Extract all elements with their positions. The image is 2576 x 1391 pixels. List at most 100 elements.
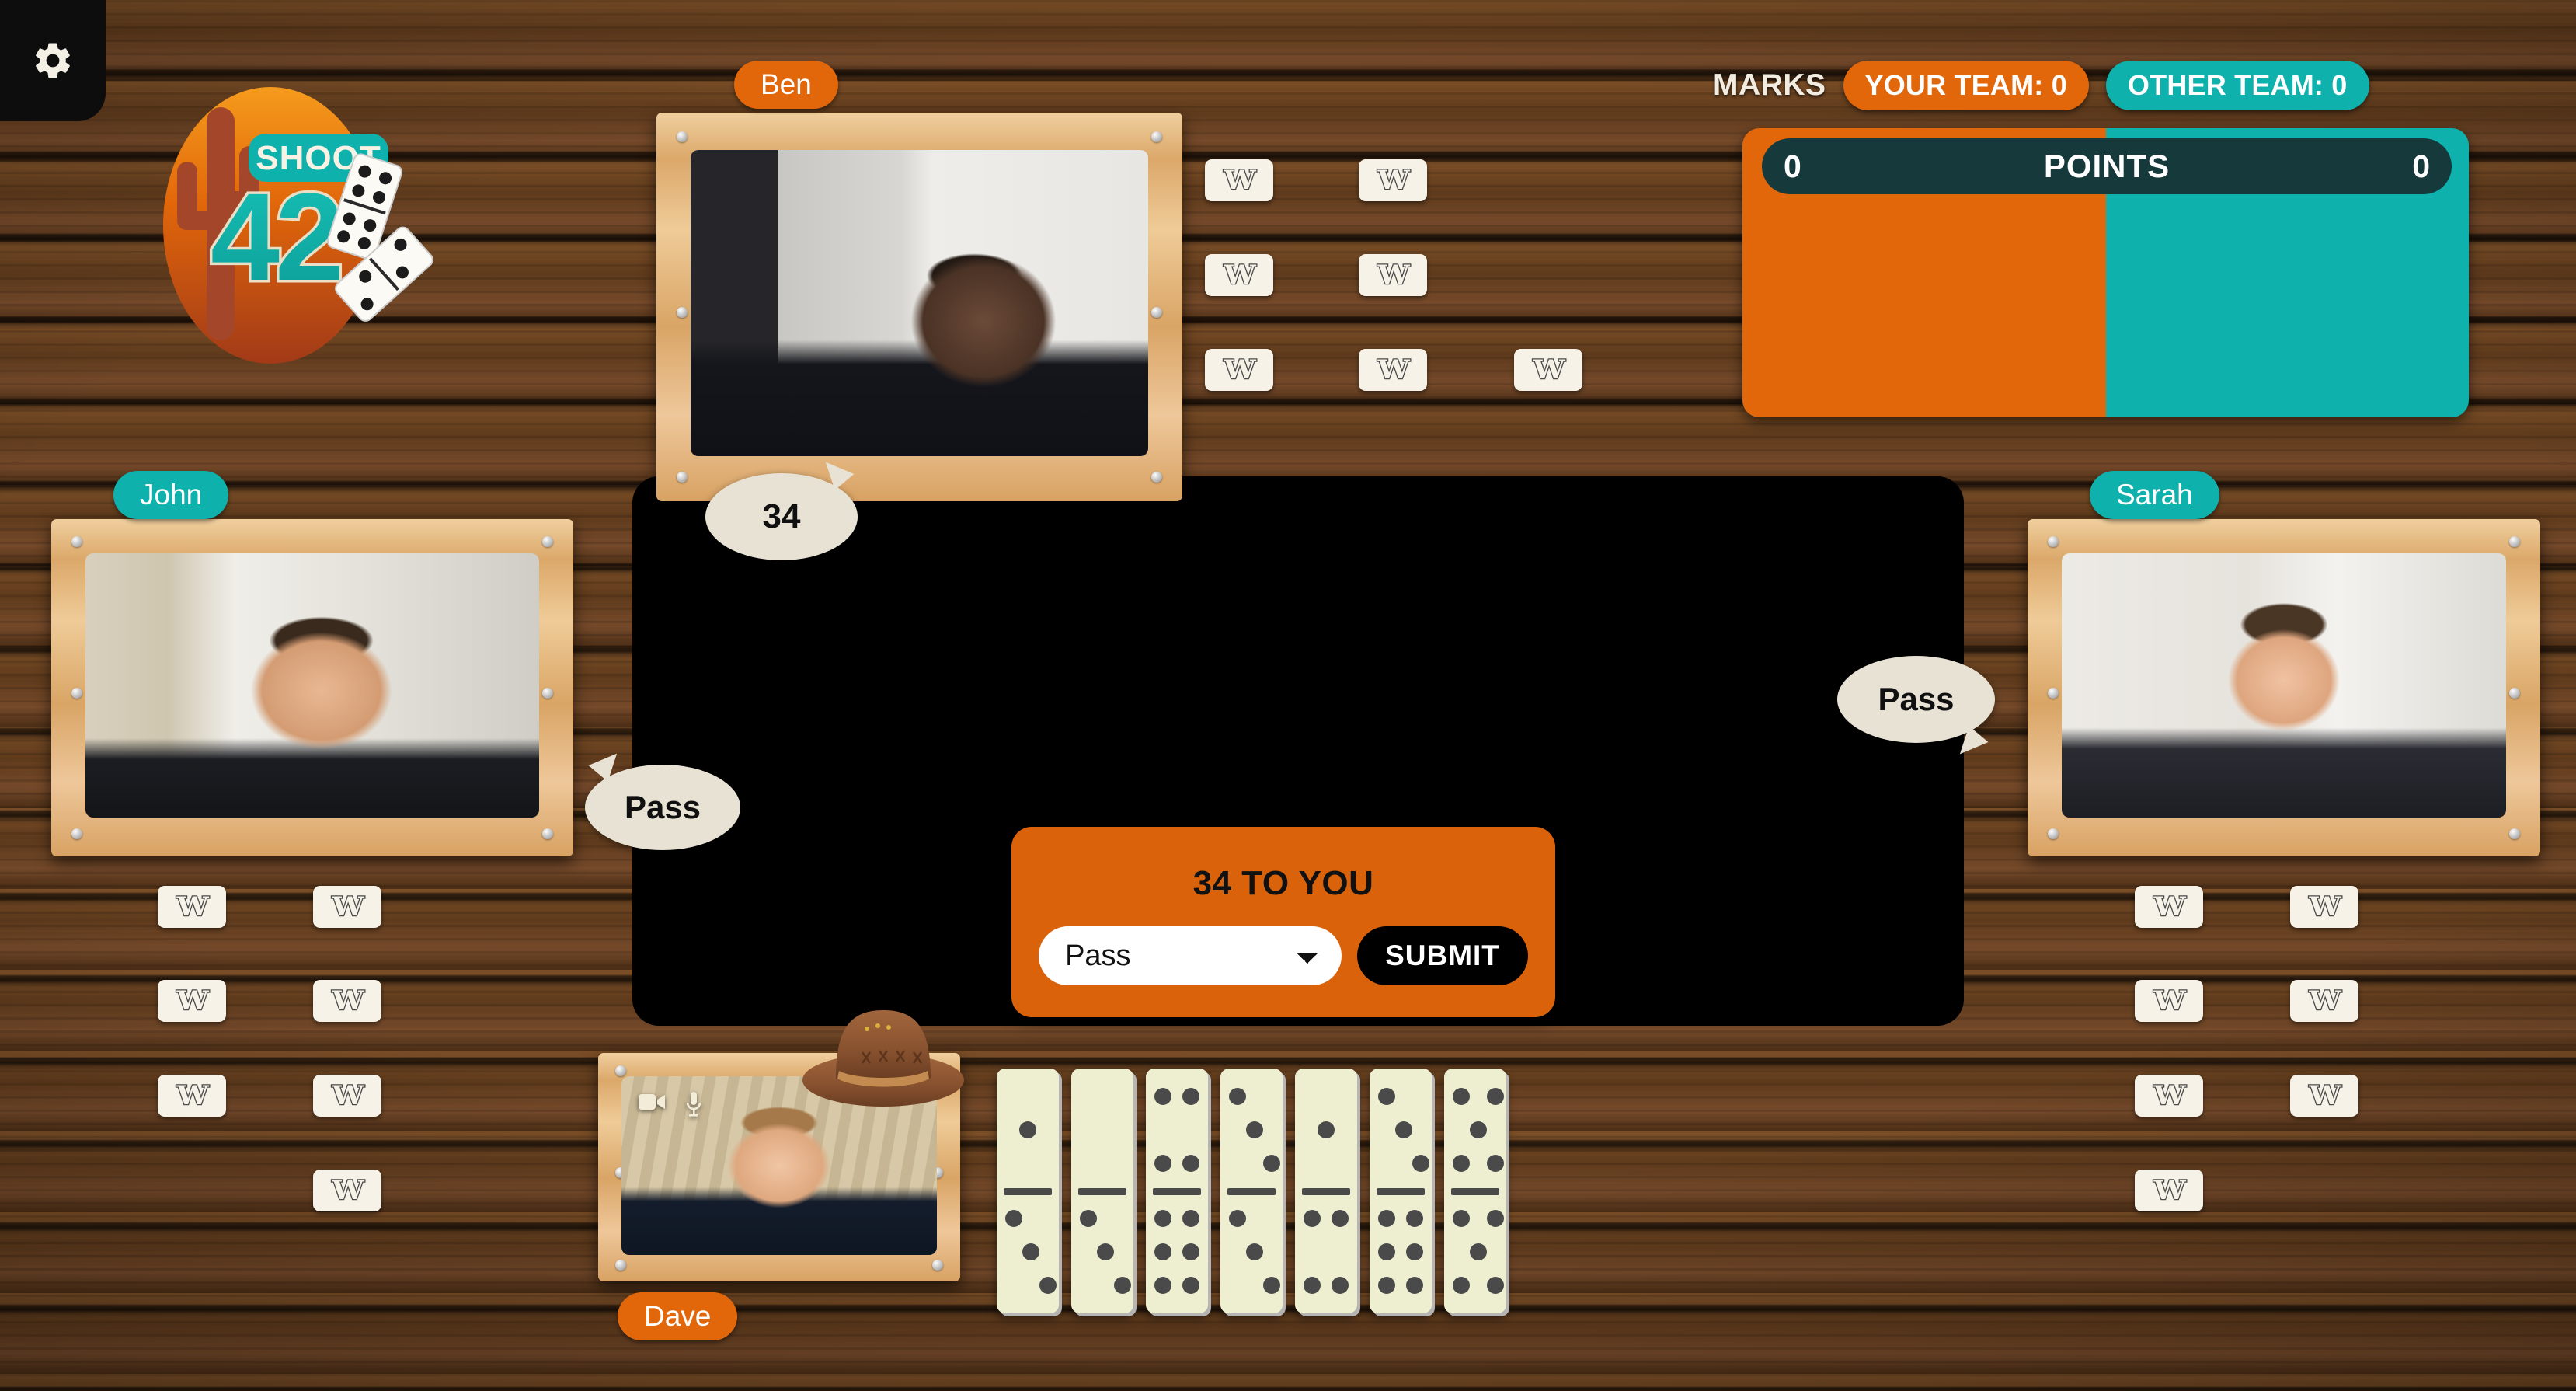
bid-select[interactable]: Pass3536373839404142 xyxy=(1039,926,1342,985)
domino-pip xyxy=(1470,1121,1487,1138)
domino-half-bottom xyxy=(1071,1191,1133,1314)
settings-button[interactable] xyxy=(0,0,106,121)
domino-half-bottom xyxy=(1370,1191,1432,1314)
player-name-tag-sarah: Sarah xyxy=(2090,471,2219,519)
bid-panel: 34 TO YOU Pass3536373839404142 SUBMIT xyxy=(1011,827,1555,1017)
tile-back: W xyxy=(313,886,381,928)
domino-pip xyxy=(1019,1121,1036,1138)
tile-monogram: W xyxy=(331,985,365,1016)
domino-pip xyxy=(1182,1210,1199,1228)
domino-tile[interactable] xyxy=(1370,1069,1432,1313)
domino-pip xyxy=(1246,1121,1263,1138)
domino-tile[interactable] xyxy=(1444,1069,1506,1313)
domino-pip xyxy=(1114,1277,1131,1295)
tile-monogram: W xyxy=(331,1080,365,1111)
domino-pip xyxy=(1487,1087,1504,1105)
tile-back: W xyxy=(313,1170,381,1211)
gear-icon xyxy=(36,43,70,78)
tile-monogram: W xyxy=(176,1080,210,1111)
tile-back: W xyxy=(2135,886,2203,928)
bid-bubble-ben: 34 xyxy=(705,455,858,560)
domino-pip xyxy=(1412,1154,1429,1172)
microphone-icon[interactable] xyxy=(685,1092,702,1118)
tile-back: W xyxy=(1205,349,1273,391)
bid-controls: Pass3536373839404142 SUBMIT xyxy=(1039,926,1528,985)
tile-monogram: W xyxy=(1532,354,1566,385)
domino-half-bottom xyxy=(1220,1191,1283,1314)
player-hand xyxy=(997,1069,1506,1313)
self-media-controls xyxy=(639,1092,702,1118)
bubble-text: 34 xyxy=(762,497,801,535)
frame-screw xyxy=(615,1260,626,1271)
domino-pip xyxy=(1304,1210,1321,1228)
domino-half-bottom xyxy=(997,1191,1059,1314)
tile-back: W xyxy=(2135,1075,2203,1117)
tile-monogram: W xyxy=(176,985,210,1016)
tile-monogram: W xyxy=(331,1175,365,1206)
domino-pip xyxy=(1406,1210,1423,1228)
video-feed-dave xyxy=(621,1076,937,1255)
frame-screw xyxy=(932,1065,943,1076)
tile-back: W xyxy=(1205,159,1273,201)
tile-monogram: W xyxy=(2153,891,2187,922)
domino-tile[interactable] xyxy=(1146,1069,1208,1313)
domino-pip xyxy=(1182,1277,1199,1295)
tile-back: W xyxy=(313,980,381,1022)
domino-pip xyxy=(1378,1210,1395,1228)
marks-label: MARKS xyxy=(1713,68,1826,102)
domino-pip xyxy=(1182,1087,1199,1105)
video-frame-sarah xyxy=(2028,519,2540,856)
domino-tile[interactable] xyxy=(1220,1069,1283,1313)
domino-tile[interactable] xyxy=(997,1069,1059,1313)
domino-half-top xyxy=(1295,1069,1357,1191)
domino-divider xyxy=(1153,1187,1201,1195)
domino-pip xyxy=(1154,1087,1171,1105)
frame-screw xyxy=(542,536,553,547)
tile-back: W xyxy=(1359,159,1427,201)
frame-screw xyxy=(1151,472,1162,483)
tile-monogram: W xyxy=(1377,260,1411,291)
domino-pip xyxy=(1406,1243,1423,1261)
tile-monogram: W xyxy=(1223,165,1257,196)
domino-pip xyxy=(1080,1210,1097,1228)
frame-screw xyxy=(677,307,688,318)
tile-monogram: W xyxy=(2308,891,2342,922)
tile-back: W xyxy=(1514,349,1582,391)
camera-icon[interactable] xyxy=(639,1092,665,1112)
domino-pip xyxy=(1318,1121,1335,1138)
domino-divider xyxy=(1078,1187,1126,1195)
domino-pip xyxy=(1453,1210,1470,1228)
video-frame-john xyxy=(51,519,573,856)
submit-button[interactable]: SUBMIT xyxy=(1357,926,1528,985)
domino-pip xyxy=(1378,1243,1395,1261)
domino-half-bottom xyxy=(1295,1191,1357,1314)
frame-screw xyxy=(2048,688,2059,699)
domino-pip xyxy=(1022,1243,1039,1261)
domino-half-top xyxy=(1444,1069,1506,1191)
domino-divider xyxy=(1377,1187,1425,1195)
video-frame-ben xyxy=(656,113,1182,501)
tile-monogram: W xyxy=(176,891,210,922)
domino-pip xyxy=(1154,1277,1171,1295)
domino-pip xyxy=(1097,1243,1114,1261)
points-bar: 0 POINTS 0 xyxy=(1762,138,2452,194)
tile-back: W xyxy=(2290,980,2358,1022)
domino-pip xyxy=(1005,1210,1022,1228)
tile-back: W xyxy=(158,980,226,1022)
frame-screw xyxy=(932,1260,943,1271)
frame-screw xyxy=(1151,131,1162,142)
domino-pip xyxy=(1487,1210,1504,1228)
domino-tile[interactable] xyxy=(1071,1069,1133,1313)
domino-half-top xyxy=(1370,1069,1432,1191)
tile-back: W xyxy=(1205,254,1273,296)
bubble-text: Pass xyxy=(624,789,701,825)
bubble-tail xyxy=(585,746,618,782)
tile-back: W xyxy=(1359,349,1427,391)
other-team-marks-badge: OTHER TEAM: 0 xyxy=(2105,61,2369,110)
domino-half-top xyxy=(997,1069,1059,1191)
player-name-tag-john: John xyxy=(113,471,229,519)
frame-screw xyxy=(71,688,82,699)
tile-back: W xyxy=(158,1075,226,1117)
domino-pip xyxy=(1332,1277,1349,1295)
domino-tile[interactable] xyxy=(1295,1069,1357,1313)
